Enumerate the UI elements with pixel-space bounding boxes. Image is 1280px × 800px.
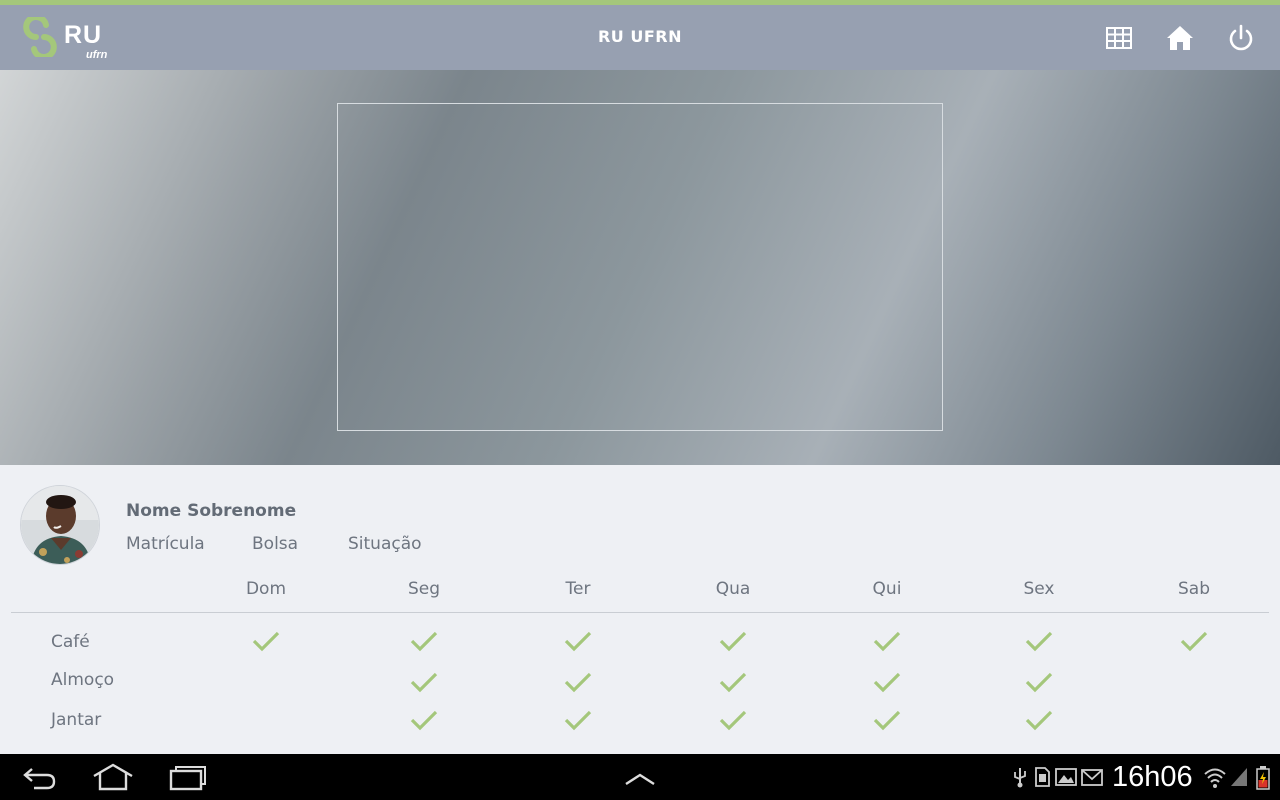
check-icon <box>410 631 438 652</box>
check-icon <box>1025 631 1053 652</box>
camera-preview <box>0 70 1280 465</box>
chevron-up-icon[interactable] <box>622 762 658 792</box>
meal-label: Jantar <box>51 710 102 730</box>
schedule-divider <box>11 612 1269 613</box>
check-icon <box>252 631 280 652</box>
check-icon <box>564 631 592 652</box>
check-icon <box>410 710 438 731</box>
day-header: Sab <box>1178 579 1210 599</box>
check-icon <box>410 672 438 693</box>
bolsa-label: Bolsa <box>252 534 299 554</box>
day-header: Seg <box>407 579 441 599</box>
android-nav-bar: 16h06 <box>0 754 1280 800</box>
check-icon <box>719 672 747 693</box>
home-icon[interactable] <box>1165 23 1195 53</box>
matricula-label: Matrícula <box>126 534 205 554</box>
grid-icon[interactable] <box>1104 23 1134 53</box>
user-name: Nome Sobrenome <box>126 501 297 521</box>
user-info-panel: Nome Sobrenome Matrícula Bolsa Situação … <box>0 465 1280 754</box>
app-bar: RU ufrn RU UFRN <box>0 5 1280 70</box>
day-header: Ter <box>565 579 591 599</box>
check-icon <box>1180 631 1208 652</box>
check-icon <box>564 710 592 731</box>
check-icon <box>719 631 747 652</box>
check-icon <box>873 672 901 693</box>
day-header: Sex <box>1023 579 1055 599</box>
check-icon <box>1025 710 1053 731</box>
meal-label: Café <box>51 632 90 652</box>
day-header: Dom <box>245 579 287 599</box>
check-icon <box>719 710 747 731</box>
logo-subtext: ufrn <box>86 49 108 61</box>
day-header: Qui <box>872 579 902 599</box>
power-icon[interactable] <box>1226 23 1256 53</box>
back-icon[interactable] <box>20 762 60 792</box>
avatar-photo <box>21 486 99 564</box>
check-icon <box>873 631 901 652</box>
check-icon <box>1025 672 1053 693</box>
check-icon <box>564 672 592 693</box>
situacao-label: Situação <box>348 534 422 554</box>
clock: 16h06 <box>1112 761 1193 793</box>
meal-label: Almoço <box>51 670 115 690</box>
wifi-icon <box>1204 768 1226 788</box>
signal-icon <box>1231 768 1247 786</box>
battery-icon <box>1256 766 1270 790</box>
mail-icon <box>1081 769 1103 786</box>
day-header: Qua <box>715 579 751 599</box>
scan-frame <box>337 103 943 431</box>
app-title: RU UFRN <box>597 27 682 46</box>
avatar <box>20 485 100 565</box>
check-icon <box>873 710 901 731</box>
sd-card-icon <box>1035 767 1050 787</box>
gallery-icon <box>1055 768 1077 786</box>
home-nav-icon[interactable] <box>91 762 135 792</box>
usb-icon <box>1014 768 1026 788</box>
recent-apps-icon[interactable] <box>168 762 208 792</box>
